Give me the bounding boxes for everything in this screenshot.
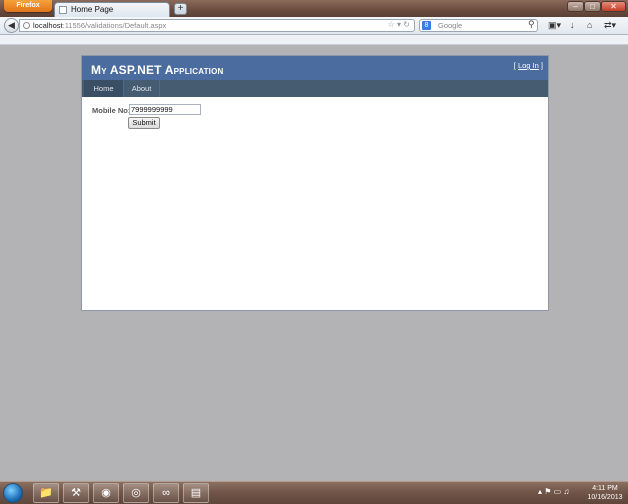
toolbar-strip: [0, 35, 628, 45]
clock-date: 10/16/2013: [587, 494, 623, 501]
search-magnifier-icon[interactable]: ⚲: [528, 19, 535, 30]
browser-titlebar: Firefox Home Page + – □ ✕: [0, 0, 628, 17]
app-title: My ASP.NET Application: [91, 63, 224, 77]
firefox-menu-button[interactable]: Firefox: [4, 0, 52, 12]
url-bar[interactable]: localhost:11556/validations/Default.aspx…: [19, 19, 415, 32]
back-button[interactable]: ◀: [4, 18, 19, 33]
tab-home-page[interactable]: Home Page: [54, 2, 170, 17]
clock[interactable]: 4:11 PM 10/16/2013: [585, 484, 625, 502]
close-button[interactable]: ✕: [601, 1, 626, 12]
window-app-icon[interactable]: ▤: [183, 483, 209, 503]
home-icon[interactable]: ⌂: [587, 20, 592, 30]
mobile-number-input[interactable]: 7999999999: [129, 104, 201, 115]
page-viewport: My ASP.NET Application [ Log In ] Home A…: [0, 45, 628, 481]
explorer-icon[interactable]: 📁: [33, 483, 59, 503]
bookmarks-menu-icon[interactable]: ▣▾: [548, 20, 561, 31]
system-tray-icons[interactable]: ▴ ⚑ ▭ ♫: [538, 487, 569, 496]
browser-navbar: ◀ localhost:11556/validations/Default.as…: [0, 17, 628, 35]
chrome-icon[interactable]: ◎: [123, 483, 149, 503]
mobile-label: Mobile No:: [92, 106, 131, 115]
clock-time: 4:11 PM: [592, 485, 618, 492]
maximize-button[interactable]: □: [584, 1, 601, 12]
windows-taskbar: 📁 ⚒ ◉ ◎ ∞ ▤ ▴ ⚑ ▭ ♫ 4:11 PM 10/16/2013: [0, 481, 628, 504]
tab-label: Home Page: [71, 5, 114, 14]
menu-item-home[interactable]: Home: [84, 80, 124, 97]
search-bar[interactable]: 8 Google: [419, 19, 538, 32]
bookmark-star-icon[interactable]: ☆ ▾ ↻: [388, 20, 410, 29]
new-tab-button[interactable]: +: [174, 3, 187, 15]
site-menu: Home About: [82, 80, 548, 97]
download-icon[interactable]: ↓: [570, 20, 575, 30]
menu-item-about[interactable]: About: [124, 80, 160, 97]
start-button-icon[interactable]: [3, 483, 23, 503]
login-display: [ Log In ]: [513, 61, 543, 70]
submit-button[interactable]: Submit: [128, 117, 160, 129]
login-link[interactable]: Log In: [518, 61, 539, 70]
search-placeholder: Google: [438, 21, 463, 30]
back-arrow-icon: ◀: [8, 20, 15, 30]
history-icon[interactable]: ⇄▾: [604, 20, 616, 31]
visual-studio-icon[interactable]: ∞: [153, 483, 179, 503]
url-text: localhost:11556/validations/Default.aspx: [33, 21, 167, 30]
tools-icon[interactable]: ⚒: [63, 483, 89, 503]
minimize-button[interactable]: –: [567, 1, 584, 12]
firefox-icon[interactable]: ◉: [93, 483, 119, 503]
site-container: My ASP.NET Application [ Log In ] Home A…: [81, 55, 549, 311]
search-engine-icon[interactable]: 8: [422, 21, 431, 30]
page-favicon-icon: [59, 6, 67, 14]
site-identity-icon[interactable]: [23, 22, 30, 29]
